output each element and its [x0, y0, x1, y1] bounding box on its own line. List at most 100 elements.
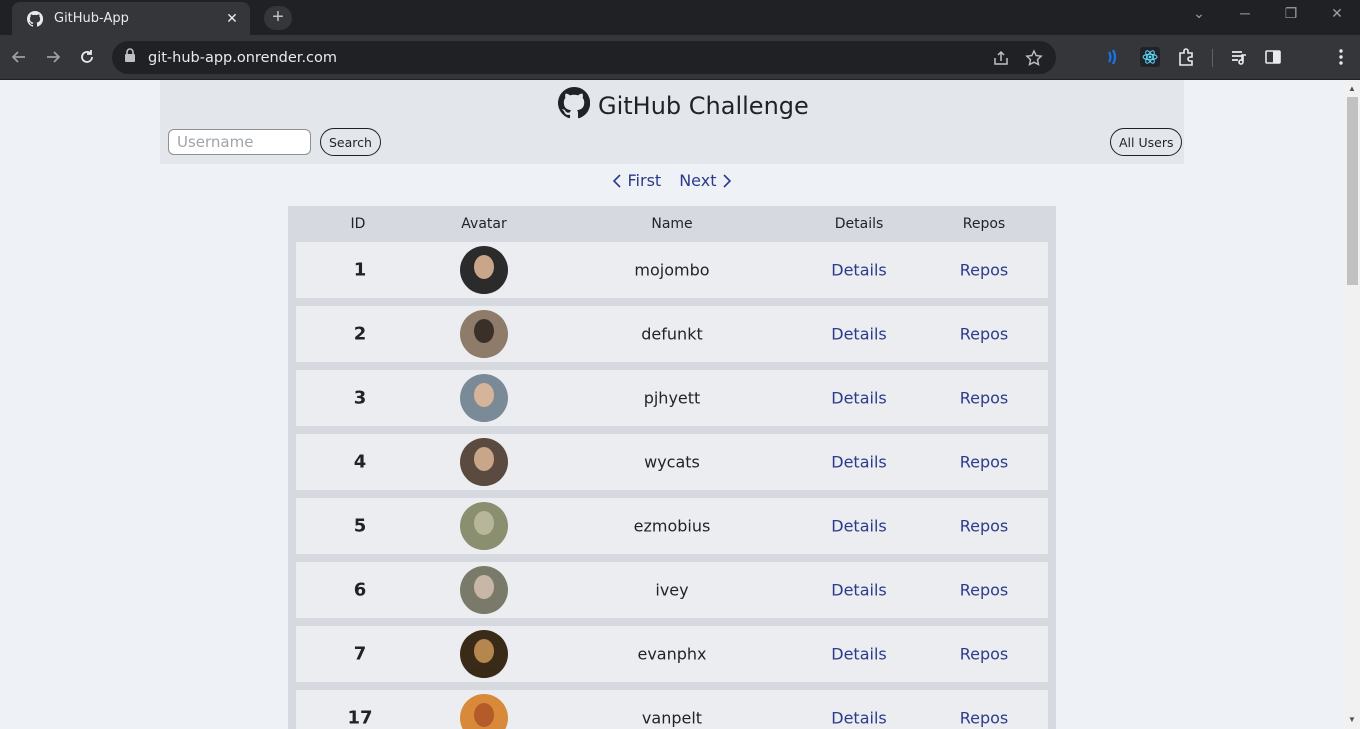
user-name: evanphx — [637, 644, 707, 664]
column-header-avatar: Avatar — [461, 216, 507, 232]
users-table: ID Avatar Name Details Repos 1 mojombo Det… — [288, 206, 1056, 729]
chevron-right-icon — [723, 173, 732, 188]
restore-icon[interactable]: ❐ — [1276, 5, 1306, 22]
app-header: GitHub Challenge Search All Users — [160, 80, 1184, 164]
github-favicon-icon — [26, 10, 44, 28]
avatar[interactable] — [460, 374, 508, 422]
forward-icon[interactable] — [41, 45, 65, 69]
column-header-repos: Repos — [962, 216, 1006, 232]
details-link[interactable]: Details — [831, 645, 886, 664]
table-row: 17 vanpelt Details Repos — [296, 690, 1048, 729]
user-id: 5 — [353, 515, 367, 537]
side-panel-icon[interactable] — [1263, 47, 1283, 67]
user-name: pjhyett — [643, 388, 701, 408]
avatar[interactable] — [460, 694, 508, 729]
address-bar[interactable]: git-hub-app.onrender.com — [112, 41, 1056, 74]
bookmark-star-icon[interactable] — [1025, 49, 1043, 67]
pagination: First Next — [0, 171, 1344, 190]
repos-link[interactable]: Repos — [960, 709, 1009, 728]
back-icon[interactable] — [7, 45, 31, 69]
details-link[interactable]: Details — [831, 389, 886, 408]
kebab-menu-icon[interactable] — [1331, 47, 1351, 67]
user-name: mojombo — [634, 260, 710, 280]
table-row: 5 ezmobius Details Repos — [296, 498, 1048, 554]
next-page-link[interactable]: Next — [679, 171, 732, 190]
first-page-link[interactable]: First — [612, 171, 662, 190]
next-label: Next — [679, 171, 717, 190]
table-row: 4 wycats Details Repos — [296, 434, 1048, 490]
table-row: 1 mojombo Details Repos — [296, 242, 1048, 298]
page-title: GitHub Challenge — [598, 91, 809, 120]
search-button[interactable]: Search — [320, 128, 381, 156]
user-id: 6 — [353, 579, 367, 601]
tab-title: GitHub-App — [54, 11, 129, 26]
new-tab-button[interactable]: + — [264, 6, 292, 30]
repos-link[interactable]: Repos — [960, 325, 1009, 344]
table-row: 6 ivey Details Repos — [296, 562, 1048, 618]
username-search-input[interactable] — [168, 129, 311, 155]
tab-close-icon[interactable]: ✕ — [224, 10, 240, 27]
details-link[interactable]: Details — [831, 581, 886, 600]
chevron-left-icon — [612, 173, 621, 188]
user-id: 4 — [353, 451, 367, 473]
browser-tab-bar: GitHub-App ✕ + ⌄ ─ ❐ ✕ — [0, 0, 1360, 35]
user-name: ezmobius — [633, 516, 711, 536]
close-window-icon[interactable]: ✕ — [1322, 5, 1352, 22]
repos-link[interactable]: Repos — [960, 517, 1009, 536]
column-header-name: Name — [651, 216, 693, 232]
lock-icon[interactable] — [124, 48, 136, 67]
reload-icon[interactable] — [75, 45, 99, 69]
avatar[interactable] — [460, 310, 508, 358]
repos-link[interactable]: Repos — [960, 645, 1009, 664]
avatar[interactable] — [460, 438, 508, 486]
scroll-down-arrow-icon[interactable]: ▼ — [1344, 713, 1360, 727]
url-text: git-hub-app.onrender.com — [148, 49, 338, 66]
avatar[interactable] — [460, 246, 508, 294]
user-id: 7 — [353, 643, 367, 665]
media-control-icon[interactable] — [1229, 47, 1249, 67]
repos-link[interactable]: Repos — [960, 261, 1009, 280]
details-link[interactable]: Details — [831, 709, 886, 728]
table-row: 2 defunkt Details Repos — [296, 306, 1048, 362]
brand: GitHub Challenge — [557, 86, 809, 124]
user-id: 1 — [353, 259, 367, 281]
details-link[interactable]: Details — [831, 261, 886, 280]
toolbar-separator — [1212, 49, 1213, 67]
user-name: vanpelt — [641, 708, 703, 728]
user-name: ivey — [655, 580, 689, 600]
browser-tab[interactable]: GitHub-App ✕ — [12, 2, 250, 35]
first-label: First — [627, 171, 662, 190]
react-devtools-icon[interactable] — [1140, 47, 1160, 67]
github-logo-icon — [557, 86, 591, 124]
browser-toolbar: git-hub-app.onrender.com — [0, 35, 1360, 80]
user-name: defunkt — [641, 324, 703, 344]
avatar[interactable] — [460, 502, 508, 550]
user-name: wycats — [644, 452, 700, 472]
column-header-id: ID — [350, 216, 366, 232]
table-header: ID Avatar Name Details Repos — [288, 206, 1056, 242]
avatar[interactable] — [460, 566, 508, 614]
details-link[interactable]: Details — [831, 325, 886, 344]
extensions-puzzle-icon[interactable] — [1177, 47, 1197, 67]
user-id: 3 — [353, 387, 367, 409]
repos-link[interactable]: Repos — [960, 453, 1009, 472]
avatar[interactable] — [460, 630, 508, 678]
table-row: 7 evanphx Details Repos — [296, 626, 1048, 682]
extension-wave-icon[interactable] — [1103, 47, 1123, 67]
tab-search-icon[interactable]: ⌄ — [1184, 5, 1214, 22]
details-link[interactable]: Details — [831, 453, 886, 472]
minimize-icon[interactable]: ─ — [1230, 5, 1260, 21]
table-row: 3 pjhyett Details Repos — [296, 370, 1048, 426]
all-users-button[interactable]: All Users — [1110, 128, 1183, 156]
repos-link[interactable]: Repos — [960, 389, 1009, 408]
user-id: 2 — [353, 323, 367, 345]
user-id: 17 — [347, 707, 373, 729]
details-link[interactable]: Details — [831, 517, 886, 536]
page-scrollbar[interactable]: ▲ ▼ — [1344, 80, 1360, 729]
scrollbar-thumb[interactable] — [1347, 97, 1358, 285]
scroll-up-arrow-icon[interactable]: ▲ — [1344, 82, 1360, 96]
column-header-details: Details — [834, 216, 884, 232]
repos-link[interactable]: Repos — [960, 581, 1009, 600]
page-content: GitHub Challenge Search All Users First … — [0, 80, 1344, 729]
share-icon[interactable] — [992, 49, 1010, 67]
